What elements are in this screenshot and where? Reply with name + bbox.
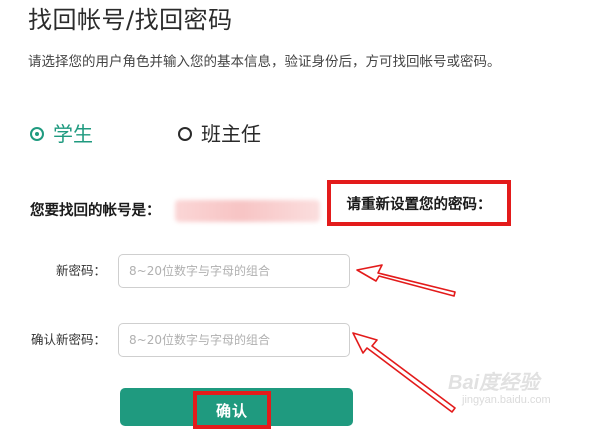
account-value-redacted	[175, 200, 320, 222]
radio-checked-icon[interactable]	[30, 127, 44, 141]
confirm-password-label: 确认新密码：	[30, 332, 106, 347]
role-option-head-teacher[interactable]: 班主任	[178, 121, 261, 147]
role-label-student: 学生	[53, 122, 93, 146]
radio-unchecked-icon[interactable]	[178, 127, 192, 141]
role-label-head-teacher: 班主任	[201, 122, 261, 146]
new-password-input[interactable]	[118, 254, 350, 288]
watermark-brand: Bai度经验	[448, 372, 540, 394]
confirm-button[interactable]	[120, 388, 353, 426]
reset-password-prompt: 请重新设置您的密码：	[346, 196, 492, 213]
watermark: Bai度经验 jingyan.baidu.com	[448, 366, 598, 414]
new-password-label: 新密码：	[55, 263, 106, 278]
arrow-icon	[352, 332, 456, 413]
reset-prompt-highlight: 请重新设置您的密码：	[327, 180, 511, 226]
page-title: 找回帐号/找回密码	[28, 6, 233, 34]
watermark-url: jingyan.baidu.com	[462, 394, 551, 406]
role-option-student[interactable]: 学生	[30, 121, 93, 147]
account-label: 您要找回的帐号是：	[30, 203, 161, 219]
page-description: 请选择您的用户角色并输入您的基本信息，验证身份后，方可找回帐号或密码。	[28, 54, 501, 70]
confirm-password-input[interactable]	[118, 323, 350, 357]
arrow-icon	[356, 264, 456, 297]
